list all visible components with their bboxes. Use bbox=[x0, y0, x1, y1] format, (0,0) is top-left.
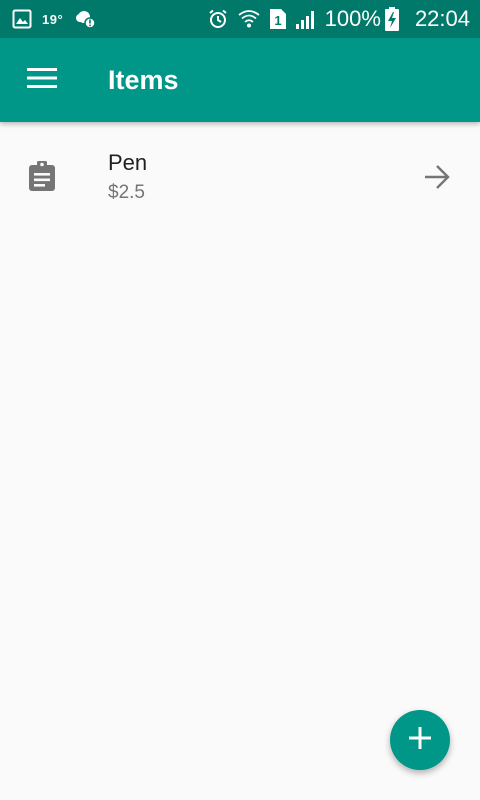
signal-icon bbox=[295, 8, 317, 30]
battery-charging-icon bbox=[384, 7, 399, 31]
clipboard-icon bbox=[26, 160, 58, 192]
alarm-icon bbox=[207, 8, 229, 30]
page-title: Items bbox=[108, 65, 179, 95]
status-bar: 19° 1 100% 22:04 bbox=[0, 0, 480, 38]
battery-percent-text: 100% bbox=[324, 6, 381, 31]
list-item[interactable]: Pen $2.5 bbox=[0, 122, 480, 230]
items-list: Pen $2.5 bbox=[0, 122, 480, 230]
status-bar-right: 1 100% 22:04 bbox=[207, 0, 470, 38]
svg-text:1: 1 bbox=[274, 13, 281, 28]
add-item-button[interactable] bbox=[390, 710, 450, 770]
clock-text: 22:04 bbox=[414, 6, 470, 31]
arrow-forward-icon[interactable] bbox=[422, 162, 452, 192]
status-bar-left: 19° bbox=[12, 0, 107, 38]
add-icon bbox=[408, 726, 432, 755]
item-name: Pen bbox=[108, 150, 148, 175]
menu-icon bbox=[27, 67, 57, 94]
app-bar: Items bbox=[0, 38, 480, 122]
image-icon bbox=[12, 9, 32, 29]
item-price: $2.5 bbox=[108, 182, 145, 203]
sim-icon: 1 bbox=[269, 8, 287, 30]
weather-icon bbox=[75, 8, 97, 30]
menu-button[interactable] bbox=[14, 52, 70, 108]
temperature-text: 19° bbox=[42, 11, 64, 27]
wifi-icon bbox=[237, 8, 261, 30]
